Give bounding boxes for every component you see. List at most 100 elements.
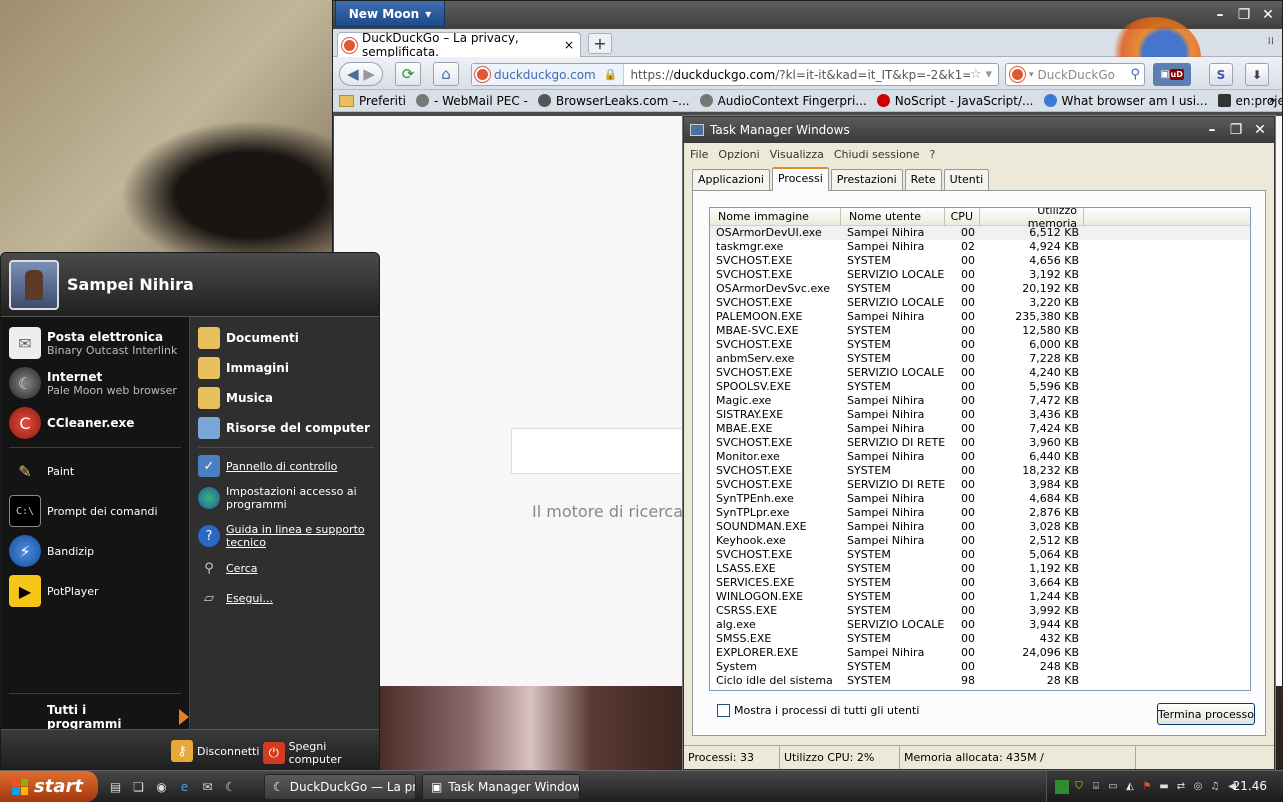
palemoon-icon[interactable]: ☾ — [221, 777, 240, 796]
table-row[interactable]: WINLOGON.EXE SYSTEM 00 1,244 KB — [710, 590, 1250, 604]
site-identity-button[interactable]: duckduckgo.com 🔒 — [472, 64, 625, 85]
table-row[interactable]: OSArmorDevUI.exe Sampei Nihira 00 6,512 KB — [710, 226, 1250, 240]
menu-help[interactable]: ? — [930, 148, 936, 161]
table-row[interactable]: CSRSS.EXE SYSTEM 00 3,992 KB — [710, 604, 1250, 618]
tab-duckduckgo[interactable]: DuckDuckGo – La privacy, semplificata. × — [337, 31, 581, 59]
table-row[interactable]: SOUNDMAN.EXE Sampei Nihira 00 3,028 KB — [710, 520, 1250, 534]
mail-icon[interactable]: ✉ — [198, 777, 217, 796]
table-row[interactable]: SMSS.EXE SYSTEM 00 432 KB — [710, 632, 1250, 646]
taskbar-button-browser[interactable]: ☾ DuckDuckGo — La pri... — [264, 774, 416, 800]
table-row[interactable]: Monitor.exe Sampei Nihira 00 6,440 KB — [710, 450, 1250, 464]
menu-options[interactable]: Opzioni — [718, 148, 759, 161]
mail-client-icon[interactable]: ◉ — [152, 777, 171, 796]
close-icon[interactable]: ✕ — [1256, 5, 1280, 25]
bookmark-item[interactable]: What browser am I usi... — [1043, 94, 1208, 108]
table-row[interactable]: Magic.exe Sampei Nihira 00 7,472 KB — [710, 394, 1250, 408]
tab-close-icon[interactable]: × — [564, 38, 574, 52]
bookmark-star-icon[interactable]: ☆ — [970, 67, 982, 82]
app-menu-button[interactable]: New Moon ▾ — [335, 1, 445, 27]
tray-green-icon[interactable] — [1055, 779, 1069, 794]
touchpad-icon[interactable]: ▬ — [1157, 780, 1171, 794]
reload-button[interactable]: ⟳ — [395, 62, 421, 86]
tab-network[interactable]: Rete — [904, 169, 942, 191]
table-row[interactable]: SVCHOST.EXE SERVIZIO DI RETE 00 3,984 KB — [710, 478, 1250, 492]
recent-bandizip[interactable]: ⚡ Bandizip — [9, 535, 94, 567]
bookmark-item[interactable]: BrowserLeaks.com –... — [537, 94, 690, 108]
all-programs-button[interactable]: Tutti i programmi — [47, 703, 189, 731]
ddg-search-input[interactable] — [511, 428, 701, 474]
minimize-icon[interactable]: – — [1200, 120, 1224, 140]
menu-file[interactable]: File — [690, 148, 708, 161]
ublock-icon[interactable]: uD — [1169, 69, 1184, 80]
switch-windows-icon[interactable]: ❏ — [129, 777, 148, 796]
home-button[interactable]: ⌂ — [433, 62, 459, 86]
table-row[interactable]: SynTPEnh.exe Sampei Nihira 00 4,684 KB — [710, 492, 1250, 506]
table-row[interactable]: taskmgr.exe Sampei Nihira 02 4,924 KB — [710, 240, 1250, 254]
malwarebytes-icon[interactable]: ◭ — [1123, 780, 1137, 794]
maximize-icon[interactable]: ❐ — [1232, 5, 1256, 25]
table-row[interactable]: SVCHOST.EXE SYSTEM 00 5,064 KB — [710, 548, 1250, 562]
menu-view[interactable]: Visualizza — [770, 148, 824, 161]
system-help[interactable]: ? Guida in linea e supporto tecnico — [198, 523, 368, 549]
table-row[interactable]: SVCHOST.EXE SERVIZIO LOCALE 00 3,220 KB — [710, 296, 1250, 310]
tab-performance[interactable]: Prestazioni — [830, 169, 903, 191]
monitor-icon[interactable]: ▭ — [1106, 780, 1120, 794]
search-icon[interactable]: ⚲ — [1130, 67, 1140, 82]
table-row[interactable]: SynTPLpr.exe Sampei Nihira 00 2,876 KB — [710, 506, 1250, 520]
back-arrow-icon[interactable]: ◀ — [347, 65, 359, 83]
avatar[interactable] — [9, 259, 59, 310]
table-row[interactable]: SVCHOST.EXE SERVIZIO DI RETE 00 3,960 KB — [710, 436, 1250, 450]
back-forward-buttons[interactable]: ◀ ▶ — [339, 62, 383, 86]
show-all-users-checkbox[interactable] — [717, 704, 730, 717]
table-row[interactable]: SERVICES.EXE SYSTEM 00 3,664 KB — [710, 576, 1250, 590]
process-list[interactable]: Nome immagine Nome utente CPU Utilizzo m… — [709, 207, 1251, 691]
forward-arrow-icon[interactable]: ▶ — [363, 65, 375, 83]
sync-button[interactable]: S — [1209, 63, 1233, 86]
system-program-access[interactable]: Impostazioni accesso ai programmi — [198, 485, 368, 511]
shield-icon[interactable]: ⛉ — [1072, 780, 1086, 794]
place-documents[interactable]: Documenti — [198, 327, 299, 349]
table-row[interactable]: Ciclo idle del sistema SYSTEM 98 28 KB — [710, 674, 1250, 688]
table-row[interactable]: EXPLORER.EXE Sampei Nihira 00 24,096 KB — [710, 646, 1250, 660]
extension-buttons[interactable]: ▣ uD — [1153, 63, 1191, 86]
column-header-user[interactable]: Nome utente — [841, 208, 945, 225]
table-row[interactable]: Keyhook.exe Sampei Nihira 00 2,512 KB — [710, 534, 1250, 548]
sync-tray-icon[interactable]: ⇄ — [1174, 780, 1188, 794]
table-row[interactable]: SVCHOST.EXE SERVIZIO LOCALE 00 3,192 KB — [710, 268, 1250, 282]
recent-cmd[interactable]: C:\ Prompt dei comandi — [9, 495, 158, 527]
place-computer[interactable]: Risorse del computer — [198, 417, 370, 439]
place-music[interactable]: Musica — [198, 387, 273, 409]
minimize-icon[interactable]: – — [1208, 5, 1232, 25]
column-header-image-name[interactable]: Nome immagine — [710, 208, 841, 225]
logoff-button[interactable]: ⚷ Disconnetti — [171, 740, 259, 762]
start-button[interactable]: start — [0, 771, 98, 802]
place-pictures[interactable]: Immagini — [198, 357, 289, 379]
tab-users[interactable]: Utenti — [943, 169, 990, 191]
column-header-cpu[interactable]: CPU — [945, 208, 980, 225]
table-row[interactable]: alg.exe SERVIZIO LOCALE 00 3,944 KB — [710, 618, 1250, 632]
bookmark-item[interactable]: Preferiti — [339, 94, 406, 108]
table-row[interactable]: MBAE.EXE Sampei Nihira 00 7,424 KB — [710, 422, 1250, 436]
recent-paint[interactable]: ✎ Paint — [9, 455, 74, 487]
ie-icon[interactable]: e — [175, 777, 194, 796]
url-bar[interactable]: duckduckgo.com 🔒 https://duckduckgo.com/… — [471, 63, 999, 86]
table-row[interactable]: System SYSTEM 00 248 KB — [710, 660, 1250, 674]
pinned-internet[interactable]: ☾ Internet Pale Moon web browser — [9, 367, 177, 399]
table-row[interactable]: SISTRAY.EXE Sampei Nihira 00 3,436 KB — [710, 408, 1250, 422]
url-dropdown-icon[interactable]: ▾ — [985, 67, 992, 82]
table-row[interactable]: PALEMOON.EXE Sampei Nihira 00 235,380 KB — [710, 310, 1250, 324]
table-row[interactable]: OSArmorDevSvc.exe SYSTEM 00 20,192 KB — [710, 282, 1250, 296]
maximize-icon[interactable]: ❐ — [1224, 120, 1248, 140]
table-row[interactable]: SVCHOST.EXE SYSTEM 00 18,232 KB — [710, 464, 1250, 478]
table-row[interactable]: SPOOLSV.EXE SYSTEM 00 5,596 KB — [710, 380, 1250, 394]
system-search[interactable]: ⚲ Cerca — [198, 557, 257, 579]
recent-potplayer[interactable]: ▶ PotPlayer — [9, 575, 99, 607]
search-bar[interactable]: ▾ DuckDuckGo ⚲ — [1005, 63, 1145, 86]
new-tab-button[interactable]: + — [588, 33, 612, 54]
table-row[interactable]: anbmServ.exe SYSTEM 00 7,228 KB — [710, 352, 1250, 366]
show-all-users-option[interactable]: Mostra i processi di tutti gli utenti — [717, 704, 919, 717]
end-process-button[interactable]: Termina processo — [1157, 703, 1255, 725]
shutdown-button[interactable]: ⏻ Spegni computer — [263, 740, 379, 766]
task-manager-titlebar[interactable]: Task Manager Windows – ❐ ✕ — [684, 117, 1274, 143]
sound-icon[interactable]: ♫ — [1208, 780, 1222, 794]
